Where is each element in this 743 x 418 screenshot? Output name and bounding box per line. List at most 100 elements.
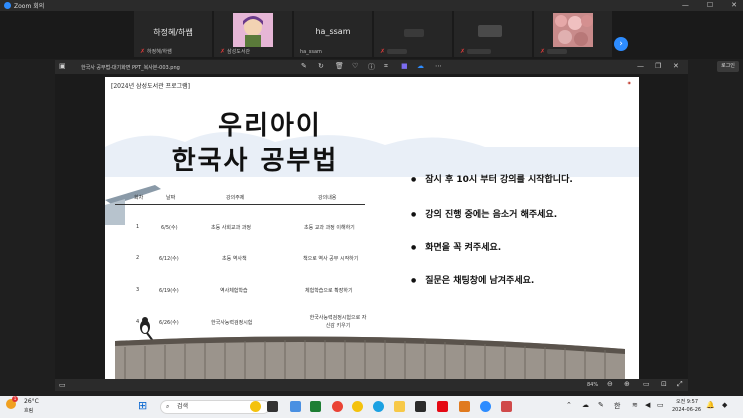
slide-title-line2: 한국사 공부법	[171, 146, 339, 176]
zoom-level: 84%	[587, 382, 599, 388]
clock-time[interactable]: 오전 9:57	[676, 398, 698, 405]
battery-icon[interactable]: ▭	[657, 401, 664, 409]
viewer-app-icon: ▣	[59, 62, 66, 70]
app-icon[interactable]	[501, 401, 512, 412]
fit-icon[interactable]: ▭	[643, 380, 650, 388]
actual-size-icon[interactable]: ⊡	[661, 380, 667, 388]
participant-tile[interactable]: 하정혜/하쌤 ✗ 하정혜/하쌤	[134, 11, 212, 57]
search-icon: ⌕	[166, 403, 170, 410]
close-icon[interactable]: ✕	[731, 1, 737, 9]
file-explorer-icon[interactable]	[394, 401, 405, 412]
rotate-icon[interactable]: ↻	[318, 62, 324, 70]
participant-name: 하정혜/하쌤	[153, 28, 193, 37]
shared-screen: [2024년 삼성도서관 프로그램] ◉ 우리아이 한국사 공부법 회차 날짜 …	[55, 74, 688, 379]
table-cell: 초등 교과 과정 이해하기	[304, 225, 355, 231]
table-header: 날짜	[166, 195, 176, 201]
presentation-slide: [2024년 삼성도서관 프로그램] ◉ 우리아이 한국사 공부법 회차 날짜 …	[105, 77, 639, 379]
zoom-out-icon[interactable]: ⊖	[607, 380, 613, 388]
table-header: 강의내용	[318, 195, 337, 201]
avatar	[553, 13, 593, 47]
cloud-icon[interactable]: ☁	[582, 401, 589, 409]
library-logo: ◉	[627, 80, 632, 85]
notification-icon[interactable]: 🔔	[706, 401, 715, 409]
table-cell: 역사체험학습	[220, 288, 248, 294]
participant-gallery: 하정혜/하쌤 ✗ 하정혜/하쌤 ✗ 삼성도서관 ha_ssam ha_ssam ✗ …	[0, 11, 743, 59]
more-icon[interactable]: ⋯	[435, 62, 442, 70]
zoom-taskbar-icon[interactable]	[480, 401, 491, 412]
edge-icon[interactable]	[373, 401, 384, 412]
table-cell: 3	[136, 287, 140, 293]
clock-date[interactable]: 2024-06-26	[672, 407, 701, 413]
table-cell: 체험학습으로 확장하기	[305, 288, 353, 294]
file-name: 한국사 공부법-대기화면 PPT_복사본-003.png	[81, 65, 180, 71]
chevron-up-icon[interactable]: ⌃	[566, 401, 572, 409]
participant-label: 하정혜/하쌤	[147, 49, 172, 55]
avatar	[233, 13, 273, 47]
table-cell: 6/5(수)	[161, 225, 178, 231]
app-icon[interactable]	[459, 401, 470, 412]
cloud-icon[interactable]: ☁	[417, 62, 424, 70]
copilot-icon[interactable]: ◆	[722, 401, 727, 409]
mic-muted-icon: ✗	[220, 48, 226, 55]
mic-muted-icon: ✗	[140, 48, 146, 55]
slideshow-icon[interactable]: ▭	[59, 381, 66, 389]
next-page-button[interactable]: ›	[614, 37, 628, 51]
tiled-roof-decoration	[115, 336, 625, 379]
shared-viewer-toolbar: ▣ 한국사 공부법-대기화면 PPT_복사본-003.png ✎ ↻ 🗑 ♡ ⓘ…	[55, 60, 688, 74]
table-header: 회차	[134, 195, 144, 201]
widget-icon[interactable]	[250, 401, 261, 412]
info-icon[interactable]: ⓘ	[368, 62, 375, 72]
table-cell: 2	[136, 255, 140, 261]
delete-icon[interactable]: 🗑	[335, 62, 344, 70]
participant-tile[interactable]: ✗	[534, 11, 612, 57]
task-view-icon[interactable]	[267, 401, 278, 412]
chrome-icon[interactable]	[332, 401, 343, 412]
ime-indicator[interactable]: 한	[614, 401, 620, 411]
start-icon[interactable]: ⊞	[138, 400, 147, 412]
fullscreen-icon[interactable]: ⤢	[677, 380, 683, 389]
volume-icon[interactable]: ◀	[645, 401, 650, 409]
table-divider	[115, 204, 365, 205]
pen-icon[interactable]: ✎	[598, 401, 604, 409]
participant-tile[interactable]: ✗	[454, 11, 532, 57]
restore-icon[interactable]: ❐	[655, 62, 661, 70]
kakaotalk-icon[interactable]	[352, 401, 363, 412]
wifi-icon[interactable]: ≋	[632, 401, 638, 409]
ai-icon[interactable]: ■	[401, 62, 408, 70]
participant-label: ha_ssam	[300, 49, 322, 55]
table-cell: 초등 역사책	[222, 256, 247, 262]
table-cell: 6/19(수)	[159, 288, 179, 294]
zoom-logo-icon	[4, 2, 11, 9]
participant-tile[interactable]: ✗ 삼성도서관	[214, 11, 292, 57]
notice-bullet: 질문은 채팅창에 남겨주세요.	[411, 273, 534, 286]
table-cell: 초등 사회교과 과정	[211, 225, 251, 231]
notice-bullet: 강의 진행 중에는 음소거 해주세요.	[411, 207, 557, 220]
netflix-icon[interactable]	[437, 401, 448, 412]
gallery-icon[interactable]	[290, 401, 301, 412]
table-cell: 6/26(수)	[159, 320, 179, 326]
search-placeholder: 검색	[177, 403, 189, 410]
favorite-icon[interactable]: ♡	[352, 62, 358, 70]
program-label: [2024년 삼성도서관 프로그램]	[111, 83, 190, 90]
window-titlebar: Zoom 회의 — ☐ ✕	[0, 0, 743, 11]
maximize-icon[interactable]: ☐	[707, 1, 713, 9]
participant-tile[interactable]: ha_ssam ha_ssam	[294, 11, 372, 57]
weather-temp: 26°C	[24, 398, 39, 405]
participant-label: 삼성도서관	[227, 49, 251, 55]
minimize-icon[interactable]: —	[682, 1, 689, 9]
participant-tile[interactable]: ✗	[374, 11, 452, 57]
close-icon[interactable]: ✕	[673, 62, 679, 70]
zoom-in-icon[interactable]: ⊕	[624, 380, 630, 388]
table-cell: 1	[136, 224, 140, 230]
store-icon[interactable]	[415, 401, 426, 412]
table-cell: 책으로 역사 공부 시작하기	[303, 256, 359, 262]
viewer-statusbar: ▭ 84% ⊖ ⊕ ▭ ⊡ ⤢	[55, 379, 688, 391]
login-button[interactable]: 로그인	[717, 61, 739, 72]
edit-icon[interactable]: ✎	[301, 62, 307, 70]
minimize-icon[interactable]: —	[637, 62, 644, 70]
crop-icon[interactable]: ⌗	[384, 62, 388, 71]
table-cell: 6/12(수)	[159, 256, 179, 262]
window-title: Zoom 회의	[14, 3, 45, 10]
app-icon[interactable]	[310, 401, 321, 412]
weather-desc: 흐림	[24, 408, 34, 414]
